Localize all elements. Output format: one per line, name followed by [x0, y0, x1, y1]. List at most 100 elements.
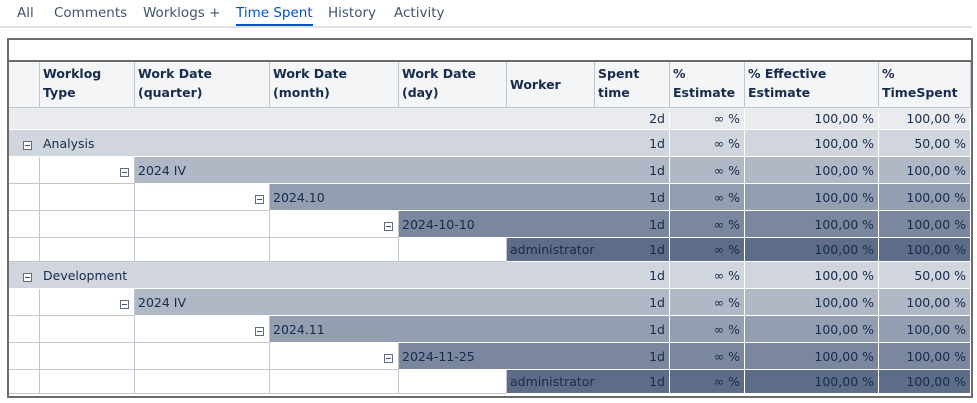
- collapse-icon[interactable]: [384, 221, 393, 231]
- month-value-pct-estimate: ∞ %: [670, 184, 745, 211]
- indent-cell: [270, 238, 399, 262]
- total-spent: 2d: [595, 108, 670, 130]
- day-value-pct-effective: 100,00 %: [745, 211, 879, 238]
- tab-history[interactable]: History: [328, 5, 376, 21]
- quarter-row-label[interactable]: 2024 IV: [135, 289, 595, 316]
- collapse-icon[interactable]: [255, 326, 264, 336]
- header-work-date-month-line: Work Date: [273, 66, 348, 81]
- header-spent-time-line: Spent: [598, 66, 640, 81]
- tab-bar: All Comments Worklogs + Time Spent Histo…: [0, 0, 972, 28]
- indent-cell: [9, 370, 40, 394]
- worker-row-label[interactable]: administrator: [507, 370, 595, 394]
- day-value-pct-estimate: ∞ %: [670, 211, 745, 238]
- indent-cell: [40, 184, 135, 211]
- day-value-pct-effective: 100,00 %: [745, 343, 879, 370]
- header-pct-effective-estimate[interactable]: % Effective Estimate: [745, 62, 879, 108]
- collapse-icon[interactable]: [120, 167, 129, 177]
- worker-value-spent: 1d: [595, 370, 670, 394]
- day-value-pct-estimate: ∞ %: [670, 343, 745, 370]
- header-work-date-day[interactable]: Work Date (day): [399, 62, 507, 108]
- day-row-label[interactable]: 2024-11-25: [399, 343, 595, 370]
- header-pct-estimate[interactable]: % Estimate: [670, 62, 745, 108]
- group-value-spent: 1d: [595, 262, 670, 289]
- month-value-pct-estimate: ∞ %: [670, 316, 745, 343]
- header-pct-estimate-line: Estimate: [673, 85, 736, 100]
- month-value-pct-effective: 100,00 %: [745, 184, 879, 211]
- indent-cell: [135, 238, 270, 262]
- indent-cell: [40, 370, 135, 394]
- indent-cell: [135, 370, 270, 394]
- indent-cell: [9, 289, 40, 316]
- indent-cell: [40, 343, 135, 370]
- indent-cell: [270, 343, 399, 370]
- group-value-pct-estimate: ∞ %: [670, 130, 745, 157]
- group-row-label[interactable]: Development: [40, 262, 595, 289]
- header-worklog-type[interactable]: Worklog Type: [40, 62, 135, 108]
- day-row-label[interactable]: 2024-10-10: [399, 211, 595, 238]
- day-value-pct-timespent: 100,00 %: [879, 211, 971, 238]
- worker-value-pct-effective: 100,00 %: [745, 370, 879, 394]
- header-work-date-day-line: (day): [402, 85, 439, 100]
- tab-worklogs[interactable]: Worklogs +: [143, 5, 220, 21]
- month-value-pct-timespent: 100,00 %: [879, 316, 971, 343]
- header-spent-time[interactable]: Spent time: [595, 62, 670, 108]
- indent-cell: [270, 370, 399, 394]
- month-value-spent: 1d: [595, 184, 670, 211]
- header-work-date-month[interactable]: Work Date (month): [270, 62, 399, 108]
- indent-cell: [135, 184, 270, 211]
- collapse-icon[interactable]: [23, 272, 32, 282]
- group-value-pct-timespent: 50,00 %: [879, 130, 971, 157]
- header-work-date-quarter[interactable]: Work Date (quarter): [135, 62, 270, 108]
- total-pct-estimate: ∞ %: [670, 108, 745, 130]
- tab-time-spent[interactable]: Time Spent: [236, 5, 313, 26]
- header-pct-timespent[interactable]: % TimeSpent: [879, 62, 971, 108]
- worker-value-pct-estimate: ∞ %: [670, 370, 745, 394]
- group-value-pct-effective: 100,00 %: [745, 262, 879, 289]
- indent-cell: [40, 211, 135, 238]
- group-value-pct-timespent: 50,00 %: [879, 262, 971, 289]
- indent-cell: [9, 343, 40, 370]
- header-worker[interactable]: Worker: [507, 62, 595, 108]
- collapse-icon[interactable]: [23, 140, 32, 150]
- quarter-value-pct-estimate: ∞ %: [670, 289, 745, 316]
- quarter-row-label[interactable]: 2024 IV: [135, 157, 595, 184]
- tab-comments[interactable]: Comments: [54, 5, 127, 21]
- quarter-value-pct-effective: 100,00 %: [745, 289, 879, 316]
- header-icon-cell: [9, 62, 40, 108]
- tab-all[interactable]: All: [17, 5, 34, 21]
- worker-value-pct-timespent: 100,00 %: [879, 370, 971, 394]
- worker-value-spent: 1d: [595, 238, 670, 262]
- header-work-date-quarter-line: (quarter): [138, 85, 203, 100]
- indent-cell: [399, 370, 507, 394]
- header-pct-timespent-line: TimeSpent: [882, 85, 958, 100]
- quarter-value-pct-timespent: 100,00 %: [879, 289, 971, 316]
- header-worklog-type-line: Worklog: [43, 66, 102, 81]
- day-value-spent: 1d: [595, 211, 670, 238]
- indent-cell: [9, 238, 40, 262]
- header-pct-timespent-line: %: [882, 66, 895, 81]
- group-row-label[interactable]: Analysis: [40, 130, 595, 157]
- month-row-label[interactable]: 2024.11: [270, 316, 595, 343]
- group-value-pct-estimate: ∞ %: [670, 262, 745, 289]
- indent-cell: [9, 316, 40, 343]
- collapse-icon[interactable]: [120, 299, 129, 309]
- month-value-spent: 1d: [595, 316, 670, 343]
- collapse-icon[interactable]: [384, 353, 393, 363]
- indent-cell: [9, 211, 40, 238]
- tab-activity[interactable]: Activity: [394, 5, 445, 21]
- header-pct-effective-estimate-line: % Effective: [748, 66, 827, 81]
- worker-value-pct-timespent: 100,00 %: [879, 238, 971, 262]
- total-pct-effective: 100,00 %: [745, 108, 879, 130]
- pivot-grid: Worklog Type Work Date (quarter) Work Date (m…: [9, 40, 971, 400]
- worker-value-pct-estimate: ∞ %: [670, 238, 745, 262]
- header-worklog-type-line: Type: [43, 85, 76, 100]
- quarter-value-spent: 1d: [595, 289, 670, 316]
- header-work-date-month-line: (month): [273, 85, 330, 100]
- month-row-label[interactable]: 2024.10: [270, 184, 595, 211]
- day-value-pct-timespent: 100,00 %: [879, 343, 971, 370]
- indent-cell: [270, 211, 399, 238]
- collapse-icon[interactable]: [255, 194, 264, 204]
- worker-row-label[interactable]: administrator: [507, 238, 595, 262]
- day-value-spent: 1d: [595, 343, 670, 370]
- header-work-date-quarter-line: Work Date: [138, 66, 213, 81]
